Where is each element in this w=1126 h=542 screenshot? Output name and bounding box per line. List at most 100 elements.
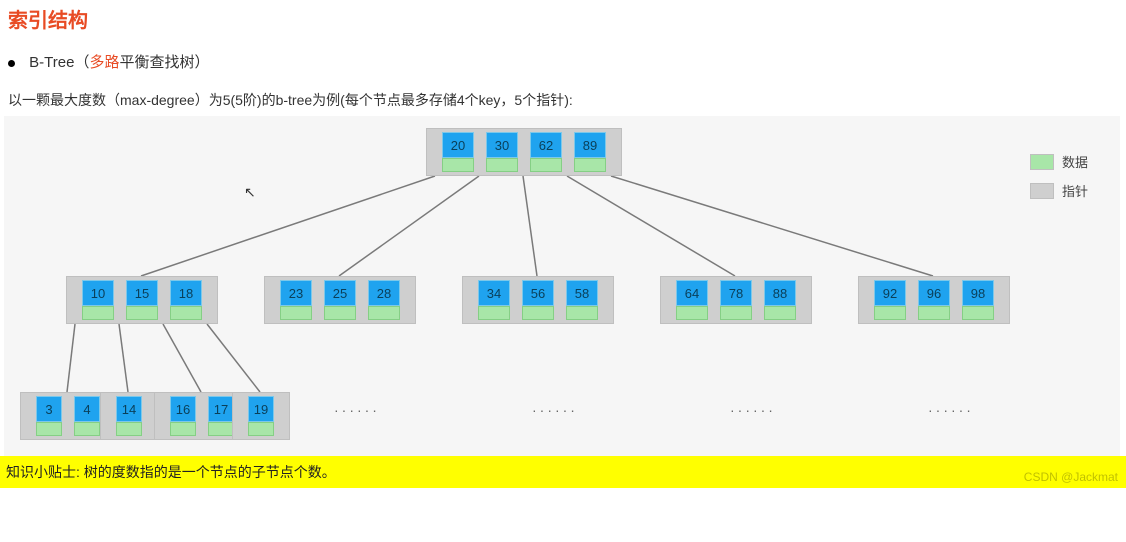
ellipsis: ······ (730, 402, 776, 418)
legend-label-pointer: 指针 (1062, 181, 1088, 200)
btree-diagram: ↖ 数据 指针 20306289101518232528345658647888… (4, 116, 1120, 456)
btree-node: 101518 (66, 276, 218, 324)
data-block (116, 422, 142, 436)
pointer-slot (236, 396, 248, 436)
pointer-slot (158, 280, 170, 320)
pointer-slot (906, 280, 918, 320)
data-block (574, 158, 606, 172)
btree-node: 34 56 58 (462, 276, 614, 324)
pointer-slot (196, 396, 208, 436)
pointer-slot (466, 280, 478, 320)
pointer-slot (994, 280, 1006, 320)
pointer-slot (554, 280, 566, 320)
pointer-slot (606, 132, 618, 172)
data-block (566, 306, 598, 320)
pointer-slot (312, 280, 324, 320)
watermark-text: CSDN @Jackmat (1024, 470, 1118, 484)
btree-key: 25 (324, 280, 356, 306)
data-block (36, 422, 62, 436)
tip-text: 知识小贴士: 树的度数指的是一个节点的子节点个数。 (6, 464, 336, 480)
pointer-slot (24, 396, 36, 436)
ellipsis: ······ (928, 402, 974, 418)
pointer-slot (114, 280, 126, 320)
pointer-slot (400, 280, 412, 320)
data-block (530, 158, 562, 172)
data-block (74, 422, 100, 436)
btree-key: 4 (74, 396, 100, 422)
legend-swatch-data (1030, 154, 1054, 170)
btree-key: 18 (170, 280, 202, 306)
pointer-slot (274, 396, 286, 436)
data-block (248, 422, 274, 436)
btree-key: 89 (574, 132, 606, 158)
pointer-slot (562, 132, 574, 172)
btree-key: 16 (170, 396, 196, 422)
data-block (874, 306, 906, 320)
data-block (962, 306, 994, 320)
pointer-slot (708, 280, 720, 320)
btree-key: 10 (82, 280, 114, 306)
pointer-slot (158, 396, 170, 436)
btree-key: 23 (280, 280, 312, 306)
data-block (170, 422, 196, 436)
legend-label-data: 数据 (1062, 152, 1088, 171)
btree-node: 20306289 (426, 128, 622, 176)
ellipsis: ······ (532, 402, 578, 418)
btree-key: 30 (486, 132, 518, 158)
subtitle-highlight: 多路 (89, 54, 119, 71)
cursor-icon: ↖ (244, 184, 256, 201)
subtitle-suffix: 平衡查找树） (119, 54, 209, 71)
data-block (720, 306, 752, 320)
data-block (676, 306, 708, 320)
data-block (522, 306, 554, 320)
btree-key: 17 (208, 396, 234, 422)
btree-key: 19 (248, 396, 274, 422)
btree-node: 19 (232, 392, 290, 440)
pointer-slot (356, 280, 368, 320)
data-block (368, 306, 400, 320)
btree-key: 64 (676, 280, 708, 306)
data-block (208, 422, 234, 436)
btree-key: 3 (36, 396, 62, 422)
pointer-slot (62, 396, 74, 436)
bullet-icon (8, 60, 15, 67)
legend-item-data: 数据 (1030, 152, 1110, 171)
pointer-slot (752, 280, 764, 320)
data-block (324, 306, 356, 320)
data-block (280, 306, 312, 320)
subtitle-prefix: B-Tree（ (29, 54, 89, 71)
btree-key: 96 (918, 280, 950, 306)
pointer-slot (70, 280, 82, 320)
data-block (478, 306, 510, 320)
data-block (918, 306, 950, 320)
btree-node: 14 (100, 392, 158, 440)
pointer-slot (950, 280, 962, 320)
pointer-slot (474, 132, 486, 172)
btree-key: 88 (764, 280, 796, 306)
pointer-slot (862, 280, 874, 320)
btree-key: 56 (522, 280, 554, 306)
legend-swatch-pointer (1030, 183, 1054, 199)
btree-key: 92 (874, 280, 906, 306)
description-text: 以一颗最大度数（max-degree）为5(5阶)的b-tree为例(每个节点最… (0, 76, 1126, 116)
pointer-slot (430, 132, 442, 172)
btree-node: 64 78 88 (660, 276, 812, 324)
btree-key: 34 (478, 280, 510, 306)
btree-key: 98 (962, 280, 994, 306)
pointer-slot (104, 396, 116, 436)
btree-key: 78 (720, 280, 752, 306)
btree-node: 23 25 28 (264, 276, 416, 324)
pointer-slot (796, 280, 808, 320)
btree-key: 62 (530, 132, 562, 158)
pointer-slot (202, 280, 214, 320)
data-block (486, 158, 518, 172)
pointer-slot (518, 132, 530, 172)
data-block (442, 158, 474, 172)
legend-item-pointer: 指针 (1030, 181, 1110, 200)
page-title: 索引结构 (0, 0, 1126, 41)
tip-bar: 知识小贴士: 树的度数指的是一个节点的子节点个数。 CSDN @Jackmat (0, 456, 1126, 488)
pointer-slot (142, 396, 154, 436)
btree-key: 28 (368, 280, 400, 306)
pointer-slot (268, 280, 280, 320)
btree-key: 58 (566, 280, 598, 306)
